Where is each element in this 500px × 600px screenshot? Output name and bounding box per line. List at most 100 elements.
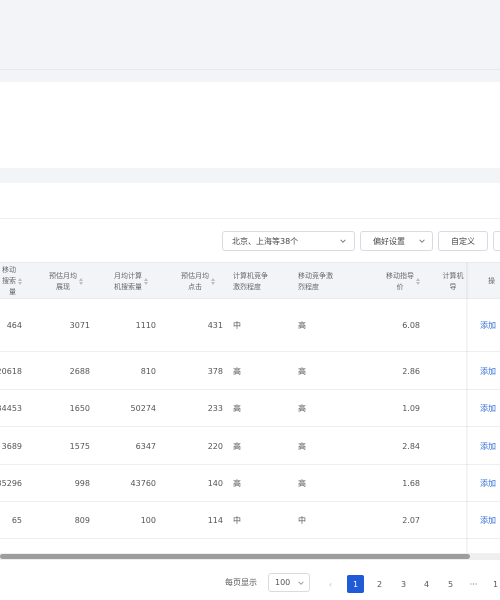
cell-clicks: 431 <box>207 321 223 330</box>
preference-label: 偏好设置 <box>373 236 405 246</box>
header-label: 搜索量 <box>2 277 16 296</box>
page-button-1[interactable]: 1 <box>347 575 364 593</box>
sort-icon[interactable] <box>18 278 22 285</box>
more-button[interactable] <box>493 231 500 251</box>
page-size-value: 100 <box>275 578 291 587</box>
header-label: 计算机 <box>442 271 464 280</box>
add-keyword-link[interactable]: 添加 <box>480 353 500 389</box>
header-mobile-search[interactable]: 移动 搜索量 <box>0 263 22 300</box>
filter-panel: 拓词 <box>0 82 500 219</box>
page-size-select[interactable]: 100 <box>268 573 310 592</box>
page-button-3[interactable]: 3 <box>395 575 412 593</box>
page-ellipsis[interactable]: ··· <box>465 575 482 593</box>
header-label: 月均计算 <box>114 271 142 280</box>
preference-settings-select[interactable]: 偏好设置 <box>360 231 433 251</box>
table-header: 移动 搜索量 预估月均 展现 月均计算 机搜索量 预估月均 点击 计算机竞争 激烈程度 移… <box>0 262 500 299</box>
sort-icon[interactable] <box>211 278 215 285</box>
header-label: 价 <box>396 282 404 291</box>
add-keyword-link[interactable]: 添加 <box>480 466 500 501</box>
cell-pc-competition: 中 <box>233 516 241 525</box>
header-label: 导 <box>449 282 457 291</box>
horizontal-scrollbar[interactable] <box>0 553 500 560</box>
header-clicks[interactable]: 预估月均 点击 <box>172 263 224 300</box>
cell-mobile-search: 3689 <box>1 441 22 451</box>
sort-icon[interactable] <box>79 278 83 285</box>
cell-impressions: 1575 <box>69 441 90 451</box>
cell-pc-search: 810 <box>140 366 156 376</box>
cell-mobile-search: 20618 <box>0 366 22 376</box>
header-label: 机搜索量 <box>114 282 142 291</box>
cell-pc-competition: 高 <box>233 366 241 376</box>
card-divider <box>0 218 500 219</box>
cell-mobile-competition: 高 <box>298 321 306 330</box>
cell-mobile-competition: 中 <box>298 516 306 525</box>
add-keyword-link[interactable]: 添加 <box>480 503 500 538</box>
cell-mobile-competition: 高 <box>298 366 306 376</box>
region-select-value: 北京、上海等38个 <box>232 236 299 246</box>
custom-label: 自定义 <box>451 236 475 246</box>
cell-mobile-competition: 高 <box>298 404 306 413</box>
cell-mobile-competition: 高 <box>298 479 306 488</box>
per-page-label: 每页显示 <box>225 578 257 587</box>
table-row: 65 809 100 114 中 中 2.07 添加 <box>0 503 500 539</box>
header-label: 操 <box>488 277 495 285</box>
cell-pc-competition: 高 <box>233 479 241 488</box>
cell-mobile-price: 1.09 <box>402 404 420 413</box>
header-label: 预估月均 <box>49 271 77 280</box>
cell-pc-search: 100 <box>140 516 156 525</box>
fixed-column-shadow <box>466 262 469 553</box>
cell-pc-search: 1110 <box>135 321 156 330</box>
header-label: 展现 <box>56 282 70 291</box>
cell-pc-competition: 高 <box>233 441 241 451</box>
table-row: 20618 2688 810 378 高 高 2.86 添加 <box>0 353 500 390</box>
header-label: 移动竞争激 <box>298 271 333 280</box>
cell-pc-competition: 中 <box>233 321 241 330</box>
prev-page-button[interactable]: ‹ <box>322 575 339 593</box>
header-impressions[interactable]: 预估月均 展现 <box>40 263 92 300</box>
cell-mobile-price: 2.84 <box>402 441 420 451</box>
page-button-last[interactable]: 1 <box>487 575 500 593</box>
sort-icon[interactable] <box>416 278 420 285</box>
header-label: 移动 <box>2 266 16 274</box>
table-row: 35296 998 43760 140 高 高 1.68 添加 <box>0 466 500 502</box>
header-label: 移动指导 <box>386 271 414 280</box>
page-button-5[interactable]: 5 <box>442 575 459 593</box>
cell-mobile-competition: 高 <box>298 441 306 451</box>
cell-clicks: 220 <box>207 441 223 451</box>
table-row: 3689 1575 6347 220 高 高 2.84 添加 <box>0 428 500 465</box>
header-pc-price: 计算机导 <box>440 263 466 300</box>
table-row: 464 3071 1110 431 中 高 6.08 添加 <box>0 300 500 352</box>
page-button-4[interactable]: 4 <box>418 575 435 593</box>
custom-columns-button[interactable]: 自定义 <box>438 231 488 251</box>
scrollbar-thumb[interactable] <box>0 554 470 559</box>
add-keyword-link[interactable]: 添加 <box>480 300 500 351</box>
cell-mobile-price: 6.08 <box>402 321 420 330</box>
cell-mobile-search: 464 <box>6 321 22 330</box>
add-keyword-link[interactable]: 添加 <box>480 391 500 426</box>
cell-impressions: 2688 <box>69 366 90 376</box>
top-bar <box>0 0 500 70</box>
header-label: 烈程度 <box>298 282 319 291</box>
cell-impressions: 1650 <box>69 404 90 413</box>
sort-icon[interactable] <box>144 278 148 285</box>
add-keyword-link[interactable]: 添加 <box>480 428 500 464</box>
cell-clicks: 114 <box>207 516 223 525</box>
cell-pc-search: 6347 <box>135 441 156 451</box>
results-card: 北京、上海等38个 偏好设置 自定义 移动搜索量 预估月均展现 月均计算机搜索量… <box>0 183 500 600</box>
header-mobile-price[interactable]: 移动指导价 <box>372 263 420 300</box>
table-row: 34453 1650 50274 233 高 高 1.09 添加 <box>0 391 500 427</box>
header-pc-search[interactable]: 月均计算 机搜索量 <box>104 263 158 300</box>
cell-mobile-price: 1.68 <box>402 479 420 488</box>
cell-clicks: 233 <box>207 404 223 413</box>
cell-pc-search: 50274 <box>130 404 156 413</box>
chevron-down-icon <box>419 239 425 243</box>
page-button-2[interactable]: 2 <box>371 575 388 593</box>
cell-impressions: 998 <box>74 479 90 488</box>
header-label: 点击 <box>188 282 202 291</box>
region-select[interactable]: 北京、上海等38个 <box>222 231 355 251</box>
cell-mobile-search: 35296 <box>0 479 22 488</box>
cell-impressions: 3071 <box>69 321 90 330</box>
cell-mobile-price: 2.07 <box>402 516 420 525</box>
cell-clicks: 378 <box>207 366 223 376</box>
header-label: 激烈程度 <box>233 282 261 291</box>
